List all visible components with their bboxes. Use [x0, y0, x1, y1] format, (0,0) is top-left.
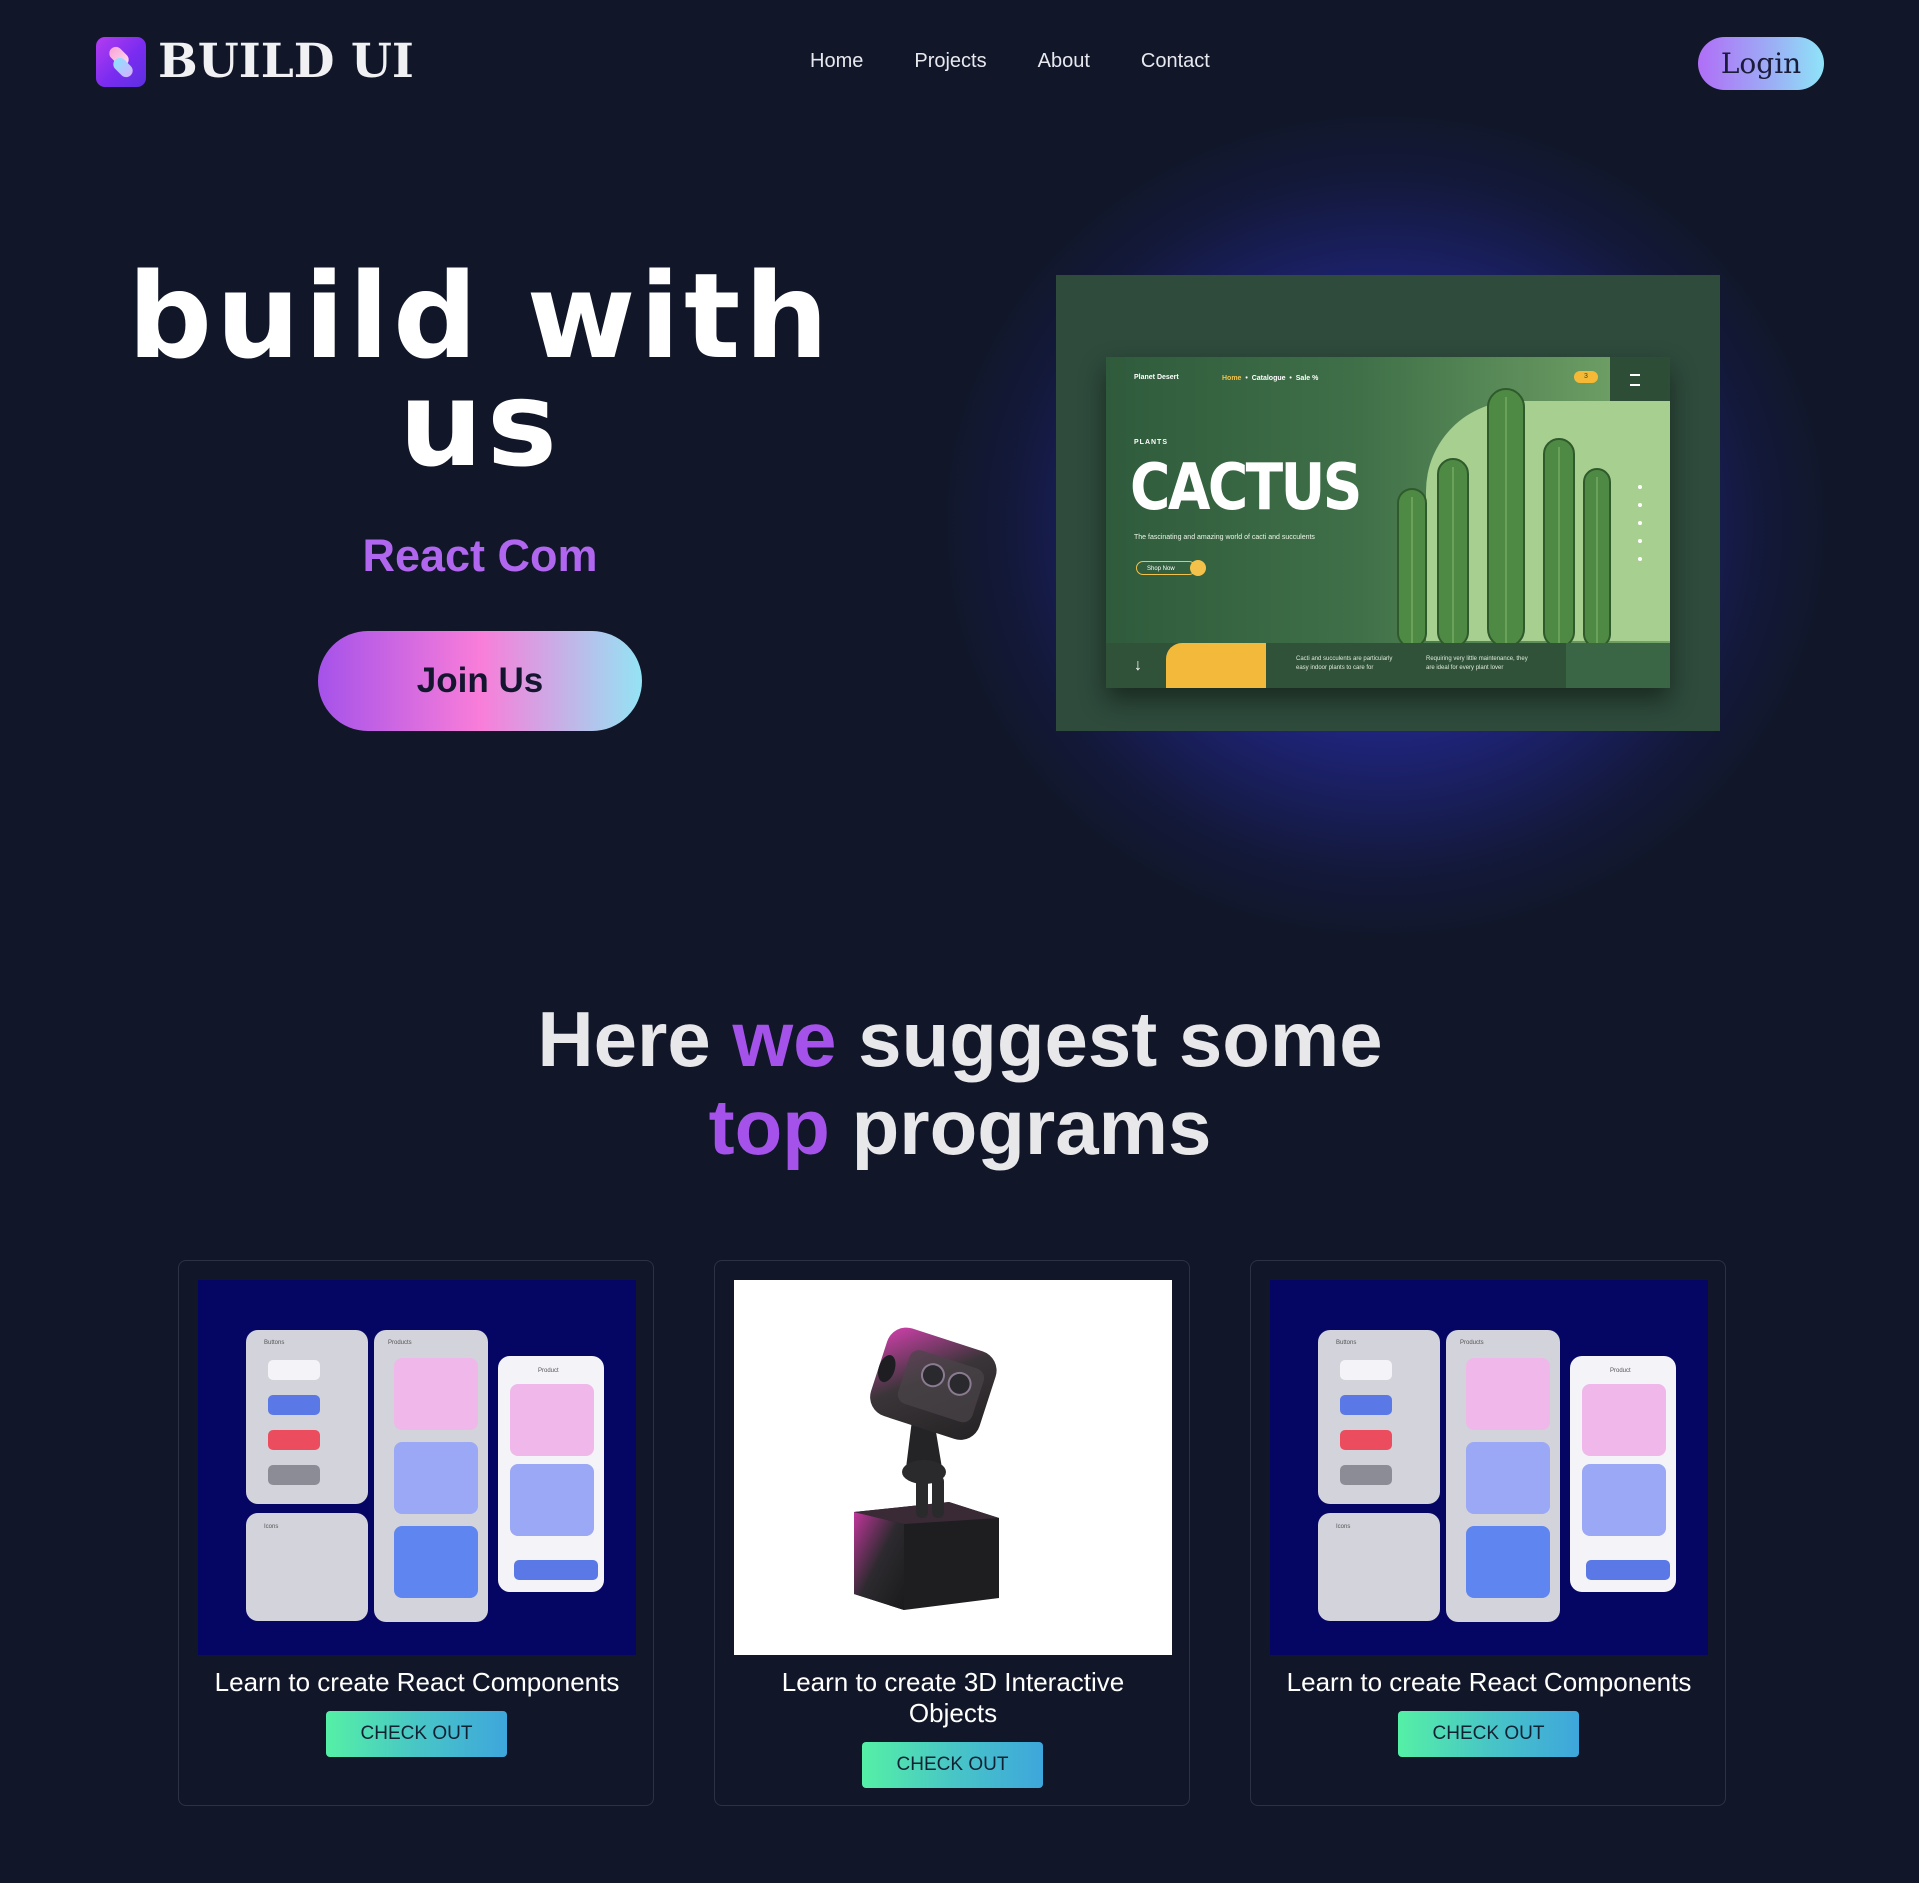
mockup-section-label: PLANTS — [1134, 439, 1168, 446]
mockup-headline: CACTUS — [1130, 451, 1362, 525]
programs-heading: Here we suggest some top programs — [537, 995, 1383, 1171]
cactus-illustration — [1397, 388, 1611, 647]
mockup-shop-button: Shop Now — [1136, 561, 1196, 575]
hero-title: build with us — [127, 247, 833, 493]
mockup-menu-icon — [1630, 374, 1640, 386]
cactus-site-mockup: Planet Desert Home • Catalogue • Sale % … — [1106, 357, 1670, 688]
check-out-button[interactable]: CHECK OUT — [862, 1742, 1043, 1788]
join-us-button[interactable]: Join Us — [318, 631, 642, 731]
navbar: BUILD UI Home Projects About Contact Log… — [0, 0, 1919, 125]
robot-icon — [854, 1327, 999, 1610]
mockup-social-icons — [1566, 643, 1670, 688]
nav-link-home[interactable]: Home — [810, 48, 863, 74]
mockup-plant-thumbnail — [1166, 643, 1266, 688]
3d-robot-illustration — [734, 1280, 1172, 1655]
mockup-tagline: The fascinating and amazing world of cac… — [1134, 534, 1315, 541]
check-out-button[interactable]: CHECK OUT — [1398, 1711, 1579, 1757]
ui-kit-illustration: Buttons Icons Products Product — [1270, 1280, 1708, 1655]
card-title: Learn to create React Components — [1286, 1667, 1692, 1697]
mockup-nav: Home • Catalogue • Sale % — [1222, 375, 1319, 382]
mockup-pagination-dots — [1636, 485, 1644, 575]
check-out-button[interactable]: CHECK OUT — [326, 1711, 507, 1757]
brand-logo-icon[interactable] — [96, 37, 146, 87]
ui-kit-illustration: Buttons Icons Products Product — [198, 1280, 636, 1655]
mockup-arrow-icon — [1190, 560, 1206, 576]
nav-links: Home Projects About Contact — [810, 48, 1260, 74]
card-title: Learn to create 3D Interactive Objects — [781, 1667, 1125, 1728]
program-card-1: Buttons Icons Products Product Learn to … — [178, 1260, 654, 1806]
nav-link-projects[interactable]: Projects — [914, 48, 986, 74]
mockup-scroll-arrow-icon: ↓ — [1134, 657, 1142, 674]
mockup-cart-badge: 3 — [1574, 371, 1598, 383]
hero-subtitle: React Com — [362, 530, 598, 581]
program-card-3: Buttons Icons Products Product Learn to … — [1250, 1260, 1726, 1806]
nav-link-contact[interactable]: Contact — [1141, 48, 1210, 74]
login-button[interactable]: Login — [1698, 37, 1824, 90]
nav-link-about[interactable]: About — [1038, 48, 1090, 74]
program-card-2: Learn to create 3D Interactive Objects C… — [714, 1260, 1190, 1806]
card-title: Learn to create React Components — [214, 1667, 620, 1697]
mockup-footer-text-2: Requiring very little maintenance, they … — [1426, 656, 1528, 671]
hero-screenshot: Planet Desert Home • Catalogue • Sale % … — [1056, 275, 1720, 731]
brand-name[interactable]: BUILD UI — [158, 32, 414, 92]
mockup-footer-text-1: Cacti and succulents are particularly ea… — [1296, 656, 1393, 671]
mockup-brand: Planet Desert — [1134, 374, 1179, 381]
